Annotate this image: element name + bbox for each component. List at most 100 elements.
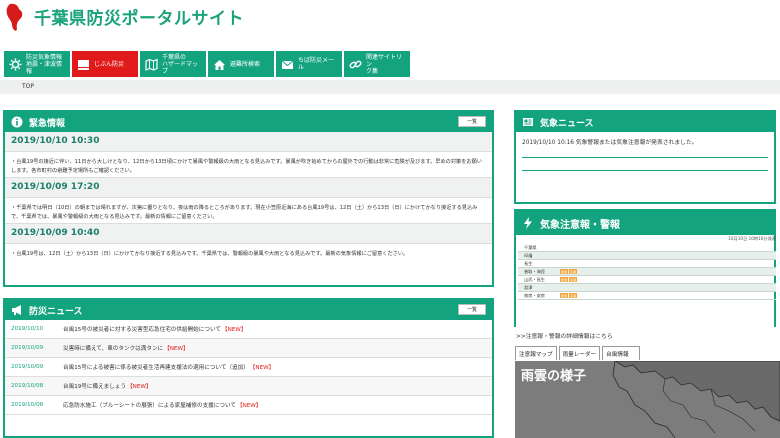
news-new-badge: 【NEW】 [164,346,189,352]
gear-icon [8,57,22,71]
emergency-item: 2019/10/10 10:30 ・台風19号の接近に伴い、11日から大しけとな… [5,132,492,178]
emergency-text[interactable]: ・千葉県では明日（10日）の朝までは晴れますが、次第に曇りとなり、夜は雨の降ると… [5,198,492,224]
warnings-table: 10月10日 10時16分発表 千葉県 印旛 長生 香取・海匝 波浪 高潮 山武… [518,236,776,300]
shelter-icon [212,57,226,71]
megaphone-icon [11,304,23,316]
nav-label: 関連サイトリン ク集 [366,53,403,75]
emergency-panel: 緊急情報 一覧 2019/10/10 10:30 ・台風19号の接近に伴い、11… [3,110,494,287]
warning-area: 南房・安房 [524,292,545,298]
info-icon [11,116,23,128]
news-title[interactable]: 応急防水施工（ブルーシートの展張）による家屋補修の支援について [63,401,236,409]
warning-area: 長生 [524,260,533,266]
emergency-more-button[interactable]: 一覧 [458,116,486,127]
bousai-news-list: 2019/10/10 台風15号の被災者に対する災害型応急住宅の供給開始について… [5,320,492,415]
emergency-panel-header: 緊急情報 一覧 [5,112,492,132]
bousai-news-header: 防災ニュース 一覧 [5,300,492,320]
warning-row[interactable]: 千葉県 [518,244,776,252]
map-tabs: 注意報マップ 雨量レーダー 台風情報 [515,346,641,360]
news-title[interactable]: 災害時に備えて、車のタンクは満タンに [63,344,163,352]
bousai-news-panel: 防災ニュース 一覧 2019/10/10 台風15号の被災者に対する災害型応急住… [3,298,494,438]
warnings-title: 気象注意報・警報 [540,219,620,231]
emergency-item: 2019/10/09 10:40 ・台風19号は、12日（土）から13日（日）に… [5,224,492,270]
warning-area: 千葉県 [524,244,537,250]
site-header: 千葉県防災ポータルサイト [0,0,780,46]
nav-label: 千葉県の ハザードマップ [162,53,199,75]
nav-shelter-search[interactable]: 避難所検索 [208,51,274,77]
mail-icon [280,57,294,71]
breadcrumb-top-link[interactable]: TOP [22,83,34,90]
news-row[interactable]: 2019/10/08 応急防水施工（ブルーシートの展張）による家屋補修の支援につ… [5,396,492,415]
breadcrumb-bar [0,80,780,94]
chiba-logo-icon[interactable] [4,2,26,32]
news-title[interactable]: 台風15号による被害に係る被災者生活再建支援法の適用について（追加） [63,363,249,371]
news-date: 2019/10/08 [11,402,44,408]
warnings-issued-date: 10月10日 10時16分発表 [728,236,776,241]
news-title[interactable]: 台風15号の被災者に対する災害型応急住宅の供給開始について [63,325,221,333]
warning-row[interactable]: 香取・海匝 波浪 高潮 [518,268,776,276]
news-date: 2019/10/09 [11,345,44,351]
nav-jibun-bousai[interactable]: じぶん防災 [72,51,138,77]
emergency-text[interactable]: ・台風19号の接近に伴い、11日から大しけとなり、12日から13日頃にかけて暴風… [5,152,492,178]
site-title[interactable]: 千葉県防災ポータルサイト [34,4,244,29]
nav-weather-earthquake[interactable]: 防災気象情報 地震・津波情報 [4,51,70,77]
advisory-badge: 波浪 [560,277,568,282]
warning-row[interactable]: 南房・安房 波浪 高潮 [518,292,776,300]
kisho-news-panel: 気象ニュース 2019/10/10 10:16 気象警報または気象注意報が発表さ… [514,110,776,204]
news-new-badge: 【NEW】 [127,384,152,390]
advisory-badge: 波浪 [560,269,568,274]
warning-badges: 波浪 高潮 [560,293,577,298]
advisory-badge: 高潮 [569,269,577,274]
emergency-text[interactable]: ・台風19号は、12日（土）から13日（日）にかけてかなり接近する見込みです。千… [5,244,492,270]
map-title: 雨雲の様子 [521,369,587,384]
bousai-news-title: 防災ニュース [29,306,83,317]
kisho-news-header: 気象ニュース [516,112,774,132]
news-row[interactable]: 2019/10/08 台風19号に備えましょう 【NEW】 [5,377,492,396]
news-row[interactable]: 2019/10/09 台風15号による被害に係る被災者生活再建支援法の適用につい… [5,358,492,377]
warning-row[interactable]: 印旛 [518,252,776,260]
advisory-badge: 高潮 [569,277,577,282]
main-nav: 防災気象情報 地震・津波情報 じぶん防災 千葉県の ハザードマップ 避難所検索 … [4,51,410,77]
nav-label: 防災気象情報 地震・津波情報 [26,53,63,75]
divider [522,157,768,158]
kisho-news-text[interactable]: 2019/10/10 10:16 気象警報または気象注意報が発表されました。 [516,132,774,151]
warnings-detail-link[interactable]: >>注意報・警報の詳細情報はこちら [516,331,613,340]
warning-area: 印旛 [524,252,533,258]
divider [522,170,768,171]
warning-badges: 波浪 高潮 [560,269,577,274]
warning-badges: 波浪 高潮 [560,277,577,282]
news-title[interactable]: 台風19号に備えましょう [63,382,126,390]
news-date: 2019/10/08 [11,383,44,389]
lightning-icon [522,217,534,229]
nav-label: 避難所検索 [230,60,261,68]
nav-related-links[interactable]: 関連サイトリン ク集 [344,51,410,77]
news-new-badge: 【NEW】 [236,403,262,409]
nav-hazard-map[interactable]: 千葉県の ハザードマップ [140,51,206,77]
link-icon [348,57,362,71]
warning-area: 君津 [524,284,533,290]
tab-rain-radar[interactable]: 雨量レーダー [558,346,601,360]
newspaper-icon [522,116,534,128]
kisho-news-title: 気象ニュース [540,118,594,129]
flag-icon [76,57,90,71]
emergency-date: 2019/10/09 10:40 [5,224,492,244]
warning-row[interactable]: 君津 [518,284,776,292]
warning-row[interactable]: 長生 [518,260,776,268]
news-date: 2019/10/09 [11,364,44,370]
news-new-badge: 【NEW】 [249,365,275,371]
tab-advisory-map[interactable]: 注意報マップ [515,346,557,360]
emergency-date: 2019/10/10 10:30 [5,132,492,152]
nav-label: じぶん防災 [94,60,125,68]
advisory-badge: 波浪 [560,293,568,298]
warning-row[interactable]: 山武・長生 波浪 高潮 [518,276,776,284]
nav-bousai-mail[interactable]: ちば防災メール [276,51,342,77]
rain-cloud-map[interactable]: 雨雲の様子 [515,361,780,438]
news-date: 2019/10/10 [11,326,44,332]
news-row[interactable]: 2019/10/10 台風15号の被災者に対する災害型応急住宅の供給開始について… [5,320,492,339]
map-icon [144,57,158,71]
news-row[interactable]: 2019/10/09 災害時に備えて、車のタンクは満タンに 【NEW】 [5,339,492,358]
bousai-news-more-button[interactable]: 一覧 [458,304,486,315]
warning-area: 香取・海匝 [524,268,545,274]
advisory-badge: 高潮 [569,293,577,298]
emergency-date: 2019/10/09 17:20 [5,178,492,198]
tab-typhoon-info[interactable]: 台風情報 [602,346,641,360]
